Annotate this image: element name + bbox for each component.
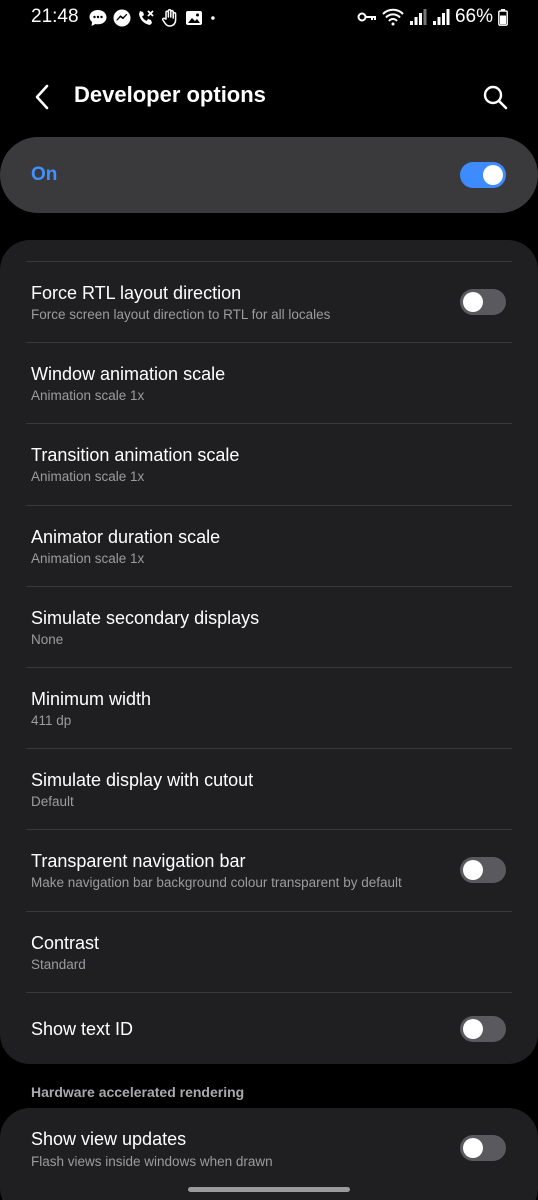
status-bar: 21:48 66% xyxy=(0,0,538,36)
row-title: Animator duration scale xyxy=(31,527,221,547)
row-subtitle: Animation scale 1x xyxy=(31,551,145,566)
row-subtitle: Animation scale 1x xyxy=(31,388,145,403)
show-text-id-toggle[interactable] xyxy=(460,1016,506,1042)
dot-icon xyxy=(211,16,215,20)
chat-bubble-icon xyxy=(89,10,107,26)
battery-percent: 66% xyxy=(454,6,493,27)
row-subtitle: None xyxy=(31,632,64,647)
row-window-animation-scale[interactable]: Window animation scale Animation scale 1… xyxy=(0,343,538,424)
row-title: Window animation scale xyxy=(31,364,226,384)
row-simulate-secondary-displays[interactable]: Simulate secondary displays None xyxy=(0,587,538,668)
row-subtitle: Standard xyxy=(31,957,86,972)
chevron-left-icon xyxy=(35,84,49,110)
master-switch-label: On xyxy=(31,164,58,185)
toggle-knob xyxy=(463,292,483,312)
section-header-hardware-rendering: Hardware accelerated rendering xyxy=(31,1084,245,1100)
row-title: Show view updates xyxy=(31,1129,187,1149)
phone-icon xyxy=(139,10,154,25)
image-icon xyxy=(186,11,202,25)
toggle-knob xyxy=(483,165,503,185)
row-show-view-updates[interactable]: Show view updates Flash views inside win… xyxy=(0,1108,538,1189)
row-simulate-display-cutout[interactable]: Simulate display with cutout Default xyxy=(0,749,538,830)
toggle-knob xyxy=(463,1019,483,1039)
force-rtl-toggle[interactable] xyxy=(460,289,506,315)
row-subtitle: 411 dp xyxy=(31,713,72,728)
signal-icon xyxy=(409,9,427,25)
developer-options-screen: 21:48 66% Developer options On Force RTL… xyxy=(0,0,538,1200)
row-title: Show text ID xyxy=(31,1019,134,1039)
master-switch-card[interactable]: On xyxy=(0,137,538,213)
back-button[interactable] xyxy=(24,79,60,115)
app-bar: Developer options xyxy=(0,70,538,124)
settings-list: Force RTL layout direction Force screen … xyxy=(0,240,538,1064)
row-transparent-navigation-bar[interactable]: Transparent navigation bar Make navigati… xyxy=(0,830,538,911)
hand-icon xyxy=(161,9,177,27)
row-subtitle: Make navigation bar background colour tr… xyxy=(31,875,402,890)
search-button[interactable] xyxy=(476,78,514,116)
show-view-updates-toggle[interactable] xyxy=(460,1135,506,1161)
partial-row-clipped xyxy=(31,240,35,248)
row-minimum-width[interactable]: Minimum width 411 dp xyxy=(0,668,538,749)
row-title: Simulate secondary displays xyxy=(31,608,260,628)
row-subtitle: Default xyxy=(31,794,74,809)
row-subtitle: Flash views inside windows when drawn xyxy=(31,1154,273,1169)
row-title: Transparent navigation bar xyxy=(31,851,246,871)
row-title: Transition animation scale xyxy=(31,445,240,465)
row-subtitle: Animation scale 1x xyxy=(31,469,145,484)
row-title: Simulate display with cutout xyxy=(31,770,254,790)
search-icon xyxy=(483,85,508,110)
key-icon xyxy=(357,12,376,22)
wifi-icon xyxy=(382,8,404,26)
row-title: Force RTL layout direction xyxy=(31,283,242,303)
messenger-icon xyxy=(113,9,131,27)
row-title: Contrast xyxy=(31,933,100,953)
transparent-nav-bar-toggle[interactable] xyxy=(460,857,506,883)
home-indicator[interactable] xyxy=(188,1187,350,1192)
toggle-knob xyxy=(463,1138,483,1158)
page-title: Developer options xyxy=(74,82,266,107)
signal-icon-2 xyxy=(432,9,450,25)
row-transition-animation-scale[interactable]: Transition animation scale Animation sca… xyxy=(0,424,538,505)
row-animator-duration-scale[interactable]: Animator duration scale Animation scale … xyxy=(0,506,538,587)
row-show-text-id[interactable]: Show text ID xyxy=(0,993,538,1064)
row-title: Minimum width xyxy=(31,689,152,709)
status-time: 21:48 xyxy=(31,6,79,27)
battery-icon xyxy=(498,8,508,26)
master-toggle[interactable] xyxy=(460,162,506,188)
row-contrast[interactable]: Contrast Standard xyxy=(0,912,538,993)
toggle-knob xyxy=(463,860,483,880)
row-subtitle: Force screen layout direction to RTL for… xyxy=(31,307,331,322)
row-force-rtl[interactable]: Force RTL layout direction Force screen … xyxy=(0,262,538,343)
system-icons: 66% xyxy=(357,6,508,28)
notification-icons xyxy=(88,8,222,28)
